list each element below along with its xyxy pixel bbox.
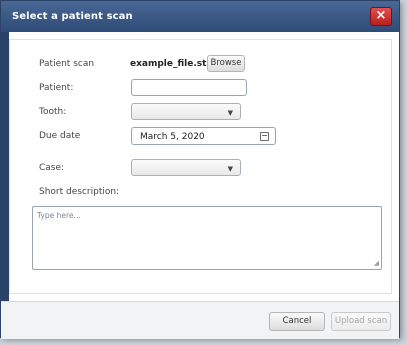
dialog-title: Select a patient scan <box>12 11 133 22</box>
patient-scan-dialog: Select a patient scan × Patient scan exa… <box>0 0 400 339</box>
resize-handle-icon[interactable]: ◢ <box>374 259 379 267</box>
short-description-label: Short description: <box>39 187 120 197</box>
dialog-body: Patient scan example_file.stl Browse Pat… <box>9 39 392 294</box>
cancel-button[interactable]: Cancel <box>269 312 325 331</box>
chevron-down-icon: ▼ <box>227 109 233 117</box>
due-date-value: March 5, 2020 <box>140 132 205 142</box>
case-label: Case: <box>39 163 65 173</box>
patient-input[interactable] <box>131 79 247 96</box>
short-description-textarea[interactable]: Type here... ◢ <box>32 206 382 270</box>
close-button[interactable]: × <box>370 7 392 26</box>
close-icon: × <box>375 8 387 23</box>
patient-label: Patient: <box>39 83 74 93</box>
dialog-footer: Cancel Upload scan <box>1 301 399 339</box>
due-date-input[interactable]: March 5, 2020 <box>131 127 276 145</box>
browse-button[interactable]: Browse <box>207 55 245 72</box>
left-border <box>1 32 9 338</box>
tooth-label: Tooth: <box>39 107 67 117</box>
dialog-titlebar: Select a patient scan × <box>1 1 399 32</box>
patient-scan-filename: example_file.stl <box>130 59 210 69</box>
upload-scan-button[interactable]: Upload scan <box>331 312 391 331</box>
patient-scan-label: Patient scan <box>39 59 95 69</box>
case-select[interactable]: ▼ <box>131 159 241 176</box>
due-date-label: Due date <box>39 131 81 141</box>
calendar-icon[interactable] <box>260 132 269 141</box>
description-placeholder: Type here... <box>37 211 81 220</box>
tooth-select[interactable]: ▼ <box>131 103 241 120</box>
chevron-down-icon: ▼ <box>227 165 233 173</box>
